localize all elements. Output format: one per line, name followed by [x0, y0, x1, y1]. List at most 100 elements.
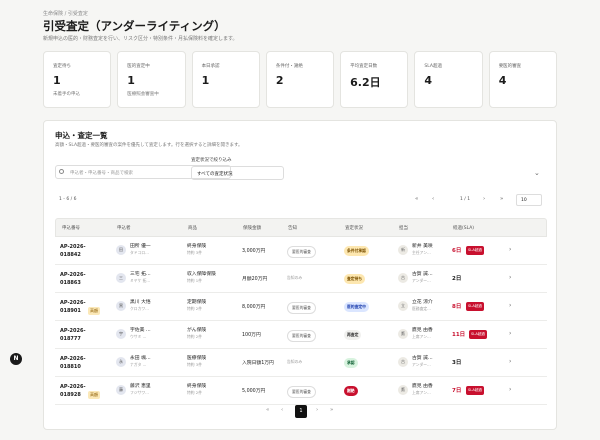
pagination-bottom: « ‹ 1 › » [266, 405, 346, 419]
column-header[interactable]: 経過(SLA) [453, 225, 474, 231]
chevron-right-icon[interactable]: › [509, 274, 511, 281]
table-row[interactable]: AP-2026- 018810 永永田 颯… ナガタ … 医療保険 特約 3件 入院日額1… [55, 349, 547, 377]
owner-role: 上席アン… [412, 334, 431, 339]
insured-amount: 8,000万円 [242, 305, 266, 310]
sla-days: 6日 [452, 248, 462, 254]
status-filter-select[interactable]: すべての査定状況 [191, 166, 284, 180]
sla-days: 8日 [452, 304, 462, 310]
table-row[interactable]: AP-2026- 018842 田田所 優一 タドコロ… 終身保険 特約 3件 3,000… [55, 237, 547, 265]
applicant-name: 宇佐美 … ウサミ … [130, 328, 151, 339]
last-page-icon[interactable]: » [500, 196, 503, 202]
product-name: がん保険 特約 2件 [187, 328, 207, 339]
column-header[interactable]: 申込者 [117, 225, 131, 231]
applicant-name: 黒川 大悟 クロカワ… [130, 300, 151, 311]
chevron-right-icon[interactable]: › [509, 386, 511, 393]
stats-row: 査定待ち 1 未着手の申込 医的査定中 1 医療照会審査中 本日承認 1 条件付… [43, 51, 557, 108]
insured-amount: 5,000万円 [242, 389, 266, 394]
owner-name: 新井 美咲 主任アン… [412, 244, 433, 255]
prev-page-icon[interactable]: ‹ [432, 196, 434, 202]
application-id: AP-2026- 018928 [60, 384, 86, 398]
stat-card-conditional: 条件付・謝絶 2 [265, 51, 335, 108]
first-page-icon[interactable]: « [266, 407, 269, 413]
owner-role: 上席アン… [412, 390, 431, 395]
page-description: 新規申込の医的・財務査定を行い、リスク区分・特別条件・月払保険料を確定します。 [43, 36, 238, 42]
table-row[interactable]: AP-2026- 018901 高額 黒黒川 大悟 クロカワ… 定期保険 特約 2件 8,0… [55, 293, 547, 321]
chevron-right-icon[interactable]: › [509, 358, 511, 365]
column-header[interactable]: 商品 [188, 225, 197, 231]
disclosure-tag: 要医的審査 [287, 302, 316, 314]
column-header[interactable]: 申込番号 [62, 225, 80, 231]
sla-days: 3日 [452, 360, 462, 366]
stat-note: 未着手の申込 [53, 92, 80, 97]
column-header[interactable]: 担当 [399, 225, 408, 231]
application-id: AP-2026- 018842 [60, 244, 86, 258]
first-page-icon[interactable]: « [415, 196, 418, 202]
owner-name: 立花 涼介 医務査定… [412, 300, 433, 311]
next-page-icon[interactable]: › [483, 196, 485, 202]
page-indicator: 1 / 1 [460, 197, 471, 202]
page-size-select[interactable]: 10 [516, 194, 542, 206]
list-title: 申込・査定一覧 [55, 131, 108, 140]
application-id: AP-2026- 018777 [60, 328, 86, 342]
table-header: 申込番号 申込者 商品 保険金額 告知 査定状況 担当 経過(SLA) [55, 218, 547, 237]
avatar: 黒 [116, 301, 126, 311]
stat-label: 査定待ち [53, 64, 71, 69]
chevron-right-icon[interactable]: › [509, 330, 511, 337]
rider-count: 特約 2件 [187, 306, 203, 311]
owner-name: 古賀 誠… アンダー… [412, 272, 433, 283]
stat-card-medical: 医的査定中 1 医療照会審査中 [117, 51, 186, 108]
owner-avatar: 古 [398, 273, 408, 283]
stat-value: 1 [53, 74, 61, 87]
column-header[interactable]: 査定状況 [345, 225, 363, 231]
owner-role: アンダー… [412, 362, 431, 367]
sla-days: 7日 [452, 388, 462, 394]
insured-amount: 3,000万円 [242, 249, 266, 254]
avatar: 三 [116, 273, 126, 283]
column-header[interactable]: 保険金額 [243, 225, 261, 231]
status-badge: 査定待ち [344, 274, 366, 284]
status-badge: 条件付承認 [344, 246, 369, 256]
disclosure-tag: 要医的審査 [287, 330, 316, 342]
rider-count: 特約 1件 [187, 278, 203, 283]
floating-action-button[interactable]: N [10, 353, 22, 365]
stat-card-pending: 査定待ち 1 未着手の申込 [43, 51, 112, 108]
high-amount-badge: 高額 [88, 391, 100, 399]
search-placeholder: 申込者・申込番号・商品で検索 [70, 171, 133, 176]
chevron-right-icon[interactable]: › [509, 246, 511, 253]
stat-value: 4 [424, 74, 433, 87]
stat-value: 1 [127, 74, 135, 87]
owner-name: 鷹見 由香 上席アン… [412, 384, 433, 395]
filter-label: 査定状況で絞り込み [191, 158, 232, 163]
table-row[interactable]: AP-2026- 018777 宇宇佐美 … ウサミ … がん保険 特約 2件 100万円… [55, 321, 547, 349]
insured-amount: 入院日額1万円 [242, 361, 274, 366]
avatar: 永 [116, 357, 126, 367]
search-icon [59, 169, 64, 174]
owner-name: 鷹見 由香 上席アン… [412, 328, 433, 339]
owner-avatar: 立 [398, 301, 408, 311]
chevron-right-icon[interactable]: › [509, 302, 511, 309]
owner-avatar: 新 [398, 245, 408, 255]
stat-value: 4 [498, 74, 507, 87]
column-header[interactable]: 告知 [288, 225, 297, 231]
table-row[interactable]: AP-2026- 018928 高額 藤藤沢 恵里 フジサワ… 終身保険 特約 2件 5,0… [55, 377, 547, 405]
sla-overdue-badge: SLA超過 [469, 330, 488, 339]
current-page-button[interactable]: 1 [295, 405, 307, 418]
prev-page-icon[interactable]: ‹ [281, 407, 283, 413]
stat-card-approved: 本日承認 1 [191, 51, 260, 108]
stat-card-avg-days: 平均査定日数 6.2日 [340, 51, 409, 108]
stat-value: 6.2日 [350, 76, 381, 89]
stat-label: 医的査定中 [127, 64, 150, 69]
applicant-kana: クロカワ… [130, 306, 149, 311]
application-id: AP-2026- 018810 [60, 356, 86, 370]
applicant-kana: ナガタ … [130, 362, 147, 367]
table-row[interactable]: AP-2026- 018863 三三宅 拓… ミヤケ 拓… 収入保障保険 特約 1件 月額… [55, 265, 547, 293]
last-page-icon[interactable]: » [330, 407, 333, 413]
status-badge: 承認 [344, 358, 358, 368]
chevron-down-icon[interactable]: ⌄ [534, 169, 540, 177]
next-page-icon[interactable]: › [316, 407, 318, 413]
applicant-name: 田所 優一 タドコロ… [130, 244, 151, 255]
sla-overdue-badge: SLA超過 [466, 246, 485, 255]
sla-days: 11日 [452, 332, 466, 338]
rider-count: 特約 3件 [187, 362, 203, 367]
product-name: 終身保険 特約 3件 [187, 244, 207, 255]
